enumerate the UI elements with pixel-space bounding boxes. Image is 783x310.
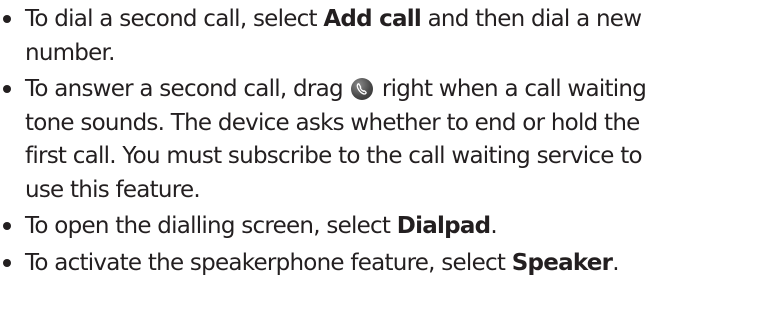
add-call-label: Add call bbox=[323, 6, 422, 32]
list-item-speaker: To activate the speakerphone feature, se… bbox=[0, 247, 783, 281]
bullet-icon bbox=[3, 222, 11, 230]
list-item-dialpad: To open the dialling screen, select Dial… bbox=[0, 210, 783, 244]
speaker-label: Speaker bbox=[511, 249, 613, 276]
item-text: first call. You must subscribe to the ca… bbox=[25, 143, 643, 169]
instruction-list: To dial a second call, select Add call a… bbox=[0, 3, 783, 283]
item-text: To activate the speakerphone feature, se… bbox=[25, 249, 512, 276]
bullet-icon bbox=[3, 15, 11, 23]
item-text: . bbox=[490, 213, 497, 239]
bullet-icon bbox=[3, 258, 11, 267]
item-text: To open the dialling screen, select bbox=[25, 213, 397, 239]
list-item-answer-call: To answer a second call, drag right when… bbox=[0, 73, 783, 207]
phone-answer-icon bbox=[351, 78, 374, 100]
bullet-list: To dial a second call, select Add call a… bbox=[0, 3, 783, 280]
item-text: and then dial a new bbox=[421, 6, 642, 32]
item-text: To dial a second call, select bbox=[25, 6, 324, 32]
item-text: To answer a second call, drag bbox=[25, 76, 350, 102]
item-text: tone sounds. The device asks whether to … bbox=[25, 109, 640, 136]
item-text: . bbox=[612, 249, 619, 276]
dialpad-label: Dialpad bbox=[396, 213, 491, 239]
item-text: use this feature. bbox=[25, 176, 201, 203]
list-item-add-call: To dial a second call, select Add call a… bbox=[0, 3, 783, 70]
item-text: right when a call waiting bbox=[375, 76, 647, 102]
item-text: number. bbox=[25, 39, 115, 66]
bullet-icon bbox=[3, 85, 11, 93]
